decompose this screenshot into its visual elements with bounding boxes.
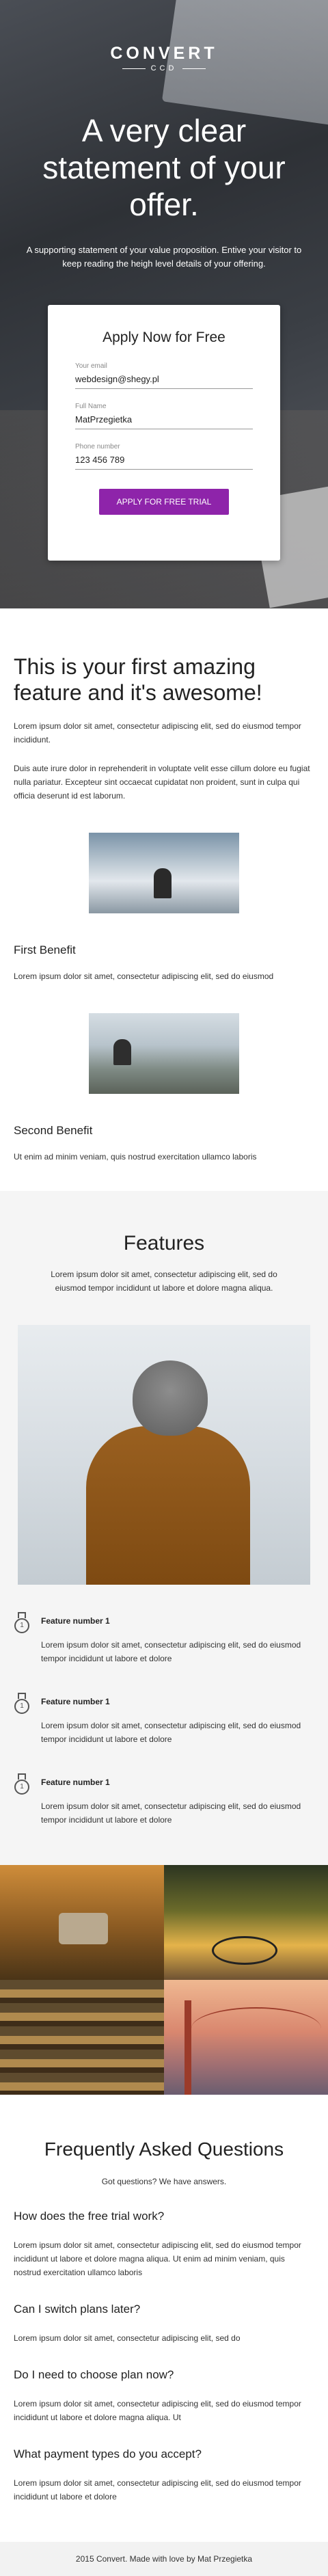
faq-answer: Lorem ipsum dolor sit amet, consectetur … [14, 2478, 301, 2501]
gallery-image-car [0, 1865, 164, 1980]
feature-item-text: Lorem ipsum dolor sit amet, consectetur … [41, 1640, 301, 1663]
email-label: Your email [75, 362, 107, 370]
faq-question: How does the free trial work? [14, 2210, 165, 2223]
signup-form: Apply Now for Free Your email webdesign@… [48, 305, 280, 561]
features-title: Features [123, 1232, 205, 1255]
feature-title: This is your first amazing feature and i… [14, 654, 262, 705]
gallery-image-books [0, 1980, 164, 2095]
faq-subtitle: Got questions? We have answers. [101, 2177, 227, 2186]
benefit-title: First Benefit [14, 943, 76, 956]
phone-field[interactable]: Phone number 123 456 789 [75, 443, 253, 470]
feature-item: 1 Feature number 1 Lorem ipsum dolor sit… [0, 1612, 328, 1665]
feature-text-secondary: Duis aute irure dolor in reprehenderit i… [14, 764, 310, 801]
feature-section: This is your first amazing feature and i… [0, 608, 328, 1191]
fullname-label: Full Name [75, 403, 107, 410]
benefit-text: Ut enim ad minim veniam, quis nostrud ex… [14, 1152, 257, 1162]
fullname-field[interactable]: Full Name MatPrzegietka [75, 403, 253, 429]
apply-button[interactable]: APPLY FOR FREE TRIAL [99, 489, 229, 515]
email-field[interactable]: Your email webdesign@shegy.pl [75, 362, 253, 389]
footer-text: 2015 Convert. Made with love by Mat Prze… [75, 2554, 253, 2564]
benefit-text: Lorem ipsum dolor sit amet, consectetur … [14, 971, 274, 981]
faq-title: Frequently Asked Questions [44, 2138, 284, 2160]
feature-item: 1 Feature number 1 Lorem ipsum dolor sit… [0, 1773, 328, 1827]
logo[interactable]: CONVERT CCD [0, 0, 328, 72]
benefit-image-clouds [89, 833, 239, 913]
medal-icon: 1 [14, 1773, 30, 1827]
feature-item-text: Lorem ipsum dolor sit amet, consectetur … [41, 1801, 301, 1825]
feature-item-title: Feature number 1 [41, 1697, 110, 1706]
feature-text: Lorem ipsum dolor sit amet, consectetur … [14, 721, 301, 744]
hero-title: A very clear statement of your offer. [42, 113, 286, 222]
form-title: Apply Now for Free [102, 330, 226, 345]
photo-gallery [0, 1865, 328, 2095]
email-input[interactable]: webdesign@shegy.pl [75, 370, 253, 389]
feature-item-text: Lorem ipsum dolor sit amet, consectetur … [41, 1721, 301, 1744]
gallery-image-bicycle [164, 1865, 328, 1980]
logo-subtitle: CCD [0, 64, 328, 72]
faq-answer: Lorem ipsum dolor sit amet, consectetur … [14, 2333, 241, 2343]
feature-item-title: Feature number 1 [41, 1616, 110, 1626]
features-section: Features Lorem ipsum dolor sit amet, con… [0, 1191, 328, 1865]
features-image [18, 1325, 310, 1585]
footer: 2015 Convert. Made with love by Mat Prze… [0, 2542, 328, 2576]
medal-icon: 1 [14, 1693, 30, 1746]
hero-subtitle: A supporting statement of your value pro… [26, 245, 302, 269]
faq-question: What payment types do you accept? [14, 2447, 202, 2460]
phone-label: Phone number [75, 443, 120, 451]
hero-section: CONVERT CCD A very clear statement of yo… [0, 0, 328, 608]
benefit-title: Second Benefit [14, 1124, 93, 1137]
fullname-input[interactable]: MatPrzegietka [75, 410, 253, 429]
faq-question: Do I need to choose plan now? [14, 2368, 174, 2381]
phone-input[interactable]: 123 456 789 [75, 451, 253, 470]
logo-wordmark: CONVERT [110, 44, 218, 63]
faq-question: Can I switch plans later? [14, 2303, 141, 2316]
feature-item: 1 Feature number 1 Lorem ipsum dolor sit… [0, 1693, 328, 1746]
faq-answer: Lorem ipsum dolor sit amet, consectetur … [14, 2240, 301, 2277]
faq-section: Frequently Asked Questions Got questions… [0, 2095, 328, 2542]
medal-icon: 1 [14, 1612, 30, 1665]
faq-answer: Lorem ipsum dolor sit amet, consectetur … [14, 2399, 301, 2422]
benefit-image-valley [89, 1013, 239, 1094]
feature-item-title: Feature number 1 [41, 1777, 110, 1787]
features-subtitle: Lorem ipsum dolor sit amet, consectetur … [51, 1270, 277, 1293]
gallery-image-bridge [164, 1980, 328, 2095]
